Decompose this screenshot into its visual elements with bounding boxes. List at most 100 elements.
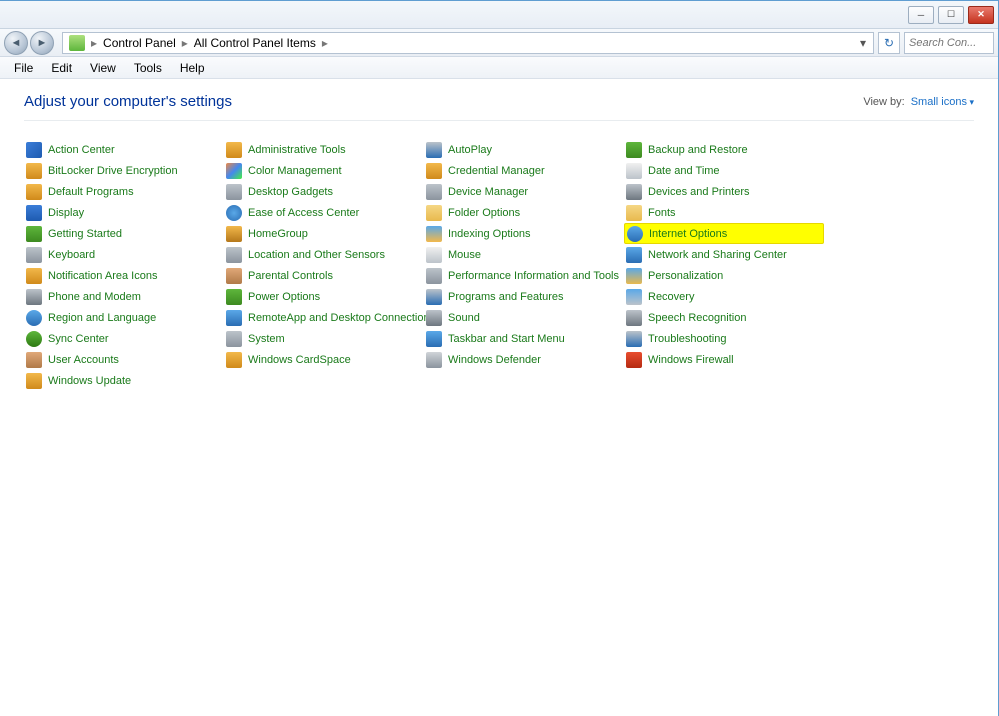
cp-item-troubleshooting[interactable]: Troubleshooting [624, 328, 824, 349]
users-icon [26, 352, 42, 368]
heading-row: Adjust your computer's settings View by:… [24, 93, 974, 121]
cp-item-folder-options[interactable]: Folder Options [424, 202, 624, 223]
cp-item-display[interactable]: Display [24, 202, 224, 223]
cp-item-notification-area-icons[interactable]: Notification Area Icons [24, 265, 224, 286]
cp-item-sound[interactable]: Sound [424, 307, 624, 328]
cp-item-getting-started[interactable]: Getting Started [24, 223, 224, 244]
forward-button[interactable]: ► [30, 31, 54, 55]
cp-item-administrative-tools[interactable]: Administrative Tools [224, 139, 424, 160]
internet-icon [627, 226, 643, 242]
cred-icon [426, 163, 442, 179]
breadcrumb-item[interactable]: Control Panel [99, 36, 180, 50]
view-by-dropdown[interactable]: Small icons [911, 96, 974, 108]
personal-icon [626, 268, 642, 284]
power-icon [226, 289, 242, 305]
flag-icon [26, 142, 42, 158]
cp-item-fonts[interactable]: Fonts [624, 202, 824, 223]
breadcrumb-dropdown[interactable]: ▾ [855, 36, 871, 50]
menu-view[interactable]: View [82, 59, 124, 77]
menu-tools[interactable]: Tools [126, 59, 170, 77]
cp-item-windows-defender[interactable]: Windows Defender [424, 349, 624, 370]
cp-item-label: Troubleshooting [648, 333, 726, 345]
speech-icon [626, 310, 642, 326]
location-icon [226, 247, 242, 263]
search-input[interactable] [904, 32, 994, 54]
cp-item-backup-and-restore[interactable]: Backup and Restore [624, 139, 824, 160]
cp-item-sync-center[interactable]: Sync Center [24, 328, 224, 349]
cp-item-default-programs[interactable]: Default Programs [24, 181, 224, 202]
cp-item-action-center[interactable]: Action Center [24, 139, 224, 160]
cp-item-label: Folder Options [448, 207, 520, 219]
cp-item-region-and-language[interactable]: Region and Language [24, 307, 224, 328]
monitor-icon [26, 205, 42, 221]
cp-item-programs-and-features[interactable]: Programs and Features [424, 286, 624, 307]
breadcrumb-item[interactable]: All Control Panel Items [190, 36, 320, 50]
book-icon [26, 226, 42, 242]
close-button[interactable]: ✕ [968, 6, 994, 24]
cp-item-label: Desktop Gadgets [248, 186, 333, 198]
firewall-icon [626, 352, 642, 368]
menu-file[interactable]: File [6, 59, 41, 77]
cp-item-label: Devices and Printers [648, 186, 750, 198]
index-icon [426, 226, 442, 242]
breadcrumb-sep[interactable]: ▸ [180, 36, 190, 50]
taskbar-icon [426, 331, 442, 347]
menu-help[interactable]: Help [172, 59, 213, 77]
cp-item-windows-cardspace[interactable]: Windows CardSpace [224, 349, 424, 370]
cp-item-color-management[interactable]: Color Management [224, 160, 424, 181]
folder-icon [426, 205, 442, 221]
maximize-button[interactable]: ☐ [938, 6, 964, 24]
titlebar: ─ ☐ ✕ [0, 1, 998, 29]
cp-item-system[interactable]: System [224, 328, 424, 349]
cp-item-performance-information-and-tools[interactable]: Performance Information and Tools [424, 265, 624, 286]
cp-item-keyboard[interactable]: Keyboard [24, 244, 224, 265]
cp-item-personalization[interactable]: Personalization [624, 265, 824, 286]
cp-item-homegroup[interactable]: HomeGroup [224, 223, 424, 244]
cp-item-desktop-gadgets[interactable]: Desktop Gadgets [224, 181, 424, 202]
defender-icon [426, 352, 442, 368]
cp-item-mouse[interactable]: Mouse [424, 244, 624, 265]
minimize-button[interactable]: ─ [908, 6, 934, 24]
cp-item-remoteapp-and-desktop-connections[interactable]: RemoteApp and Desktop Connections [224, 307, 424, 328]
autoplay-icon [426, 142, 442, 158]
cp-item-label: Device Manager [448, 186, 528, 198]
page-title: Adjust your computer's settings [24, 93, 232, 110]
cp-item-ease-of-access-center[interactable]: Ease of Access Center [224, 202, 424, 223]
cp-item-user-accounts[interactable]: User Accounts [24, 349, 224, 370]
cp-item-devices-and-printers[interactable]: Devices and Printers [624, 181, 824, 202]
cp-item-device-manager[interactable]: Device Manager [424, 181, 624, 202]
cp-item-windows-update[interactable]: Windows Update [24, 370, 224, 391]
cp-item-date-and-time[interactable]: Date and Time [624, 160, 824, 181]
cp-item-recovery[interactable]: Recovery [624, 286, 824, 307]
remote-icon [226, 310, 242, 326]
refresh-button[interactable]: ↻ [878, 32, 900, 54]
cp-item-label: Sync Center [48, 333, 109, 345]
cp-item-label: Parental Controls [248, 270, 333, 282]
cp-item-speech-recognition[interactable]: Speech Recognition [624, 307, 824, 328]
cp-item-location-and-other-sensors[interactable]: Location and Other Sensors [224, 244, 424, 265]
cp-item-windows-firewall[interactable]: Windows Firewall [624, 349, 824, 370]
cp-item-label: Programs and Features [448, 291, 564, 303]
cp-item-credential-manager[interactable]: Credential Manager [424, 160, 624, 181]
cp-item-autoplay[interactable]: AutoPlay [424, 139, 624, 160]
trouble-icon [626, 331, 642, 347]
cp-item-label: Windows CardSpace [248, 354, 351, 366]
cp-item-label: Action Center [48, 144, 115, 156]
cp-item-network-and-sharing-center[interactable]: Network and Sharing Center [624, 244, 824, 265]
globe-icon [26, 310, 42, 326]
keyboard-icon [26, 247, 42, 263]
cp-item-internet-options[interactable]: Internet Options [624, 223, 824, 244]
breadcrumb-sep[interactable]: ▸ [320, 36, 330, 50]
menu-edit[interactable]: Edit [43, 59, 80, 77]
cp-item-indexing-options[interactable]: Indexing Options [424, 223, 624, 244]
cp-item-taskbar-and-start-menu[interactable]: Taskbar and Start Menu [424, 328, 624, 349]
cp-item-parental-controls[interactable]: Parental Controls [224, 265, 424, 286]
cp-item-bitlocker-drive-encryption[interactable]: BitLocker Drive Encryption [24, 160, 224, 181]
content-area: Adjust your computer's settings View by:… [0, 79, 998, 405]
back-button[interactable]: ◄ [4, 31, 28, 55]
cp-item-label: Administrative Tools [248, 144, 346, 156]
cp-item-power-options[interactable]: Power Options [224, 286, 424, 307]
breadcrumb-sep[interactable]: ▸ [89, 36, 99, 50]
breadcrumb[interactable]: ▸ Control Panel ▸ All Control Panel Item… [62, 32, 874, 54]
cp-item-phone-and-modem[interactable]: Phone and Modem [24, 286, 224, 307]
